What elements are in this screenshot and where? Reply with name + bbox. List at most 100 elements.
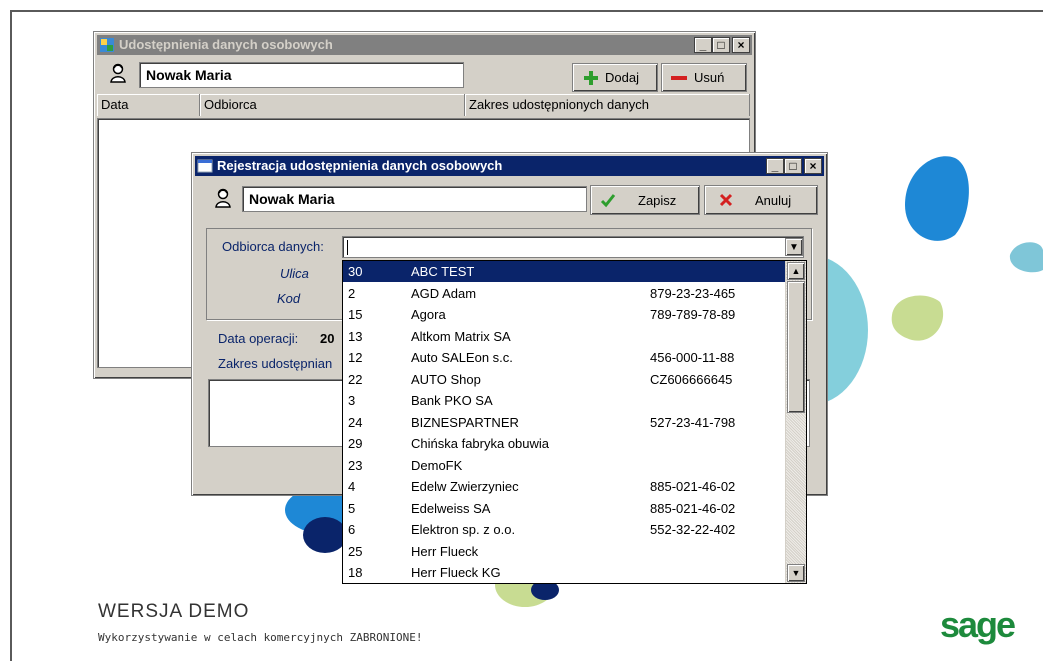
item-nip: 879-23-23-465 <box>650 285 736 301</box>
main-window-title: Udostępnienia danych osobowych <box>119 37 333 52</box>
deco-navy-ellipse <box>303 517 347 553</box>
app-icon <box>100 38 114 52</box>
dropdown-item[interactable]: 22 AUTO Shop CZ606666645 <box>343 369 785 390</box>
item-nip: CZ606666645 <box>650 371 733 387</box>
item-id: 29 <box>348 436 363 451</box>
deco-blue-blob <box>905 156 969 241</box>
dropdown-item[interactable]: 2 AGD Adam 879-23-23-465 <box>343 283 785 304</box>
dialog-minimize-button[interactable]: _ <box>766 158 784 174</box>
column-header-recipient[interactable]: Odbiorca <box>200 94 465 116</box>
remove-button-label: Usuń <box>694 70 725 85</box>
item-id: 4 <box>348 479 356 494</box>
scope-label: Zakres udostępnian <box>218 356 333 371</box>
dropdown-item[interactable]: 29 Chińska fabryka obuwia <box>343 433 785 454</box>
recipient-dropdown-list[interactable]: 30 ABC TEST 2 AGD Adam 879-23-23-465 15 Agora 7… <box>342 260 807 584</box>
add-button[interactable]: Dodaj <box>572 63 658 92</box>
date-label: Data operacji: <box>218 331 299 346</box>
item-id: 6 <box>348 522 356 537</box>
item-nip: 456-000-11-88 <box>650 350 735 365</box>
text-cursor <box>347 240 348 256</box>
item-nip: 789-789-78-89 <box>650 307 736 322</box>
item-name: Agora <box>411 307 446 322</box>
cancel-button[interactable]: Anuluj <box>704 185 818 215</box>
item-id: 24 <box>348 414 363 430</box>
dialog-close-button[interactable]: × <box>804 158 822 174</box>
item-id: 18 <box>348 565 363 580</box>
dropdown-item[interactable]: 6 Elektron sp. z o.o. 552-32-22-402 <box>343 519 785 540</box>
dropdown-item[interactable]: 25 Herr Flueck <box>343 541 785 562</box>
dropdown-item[interactable]: 24 BIZNESPARTNER 527-23-41-798 <box>343 412 785 433</box>
item-name: Edelweiss SA <box>411 500 491 516</box>
item-name: Herr Flueck KG <box>411 565 501 580</box>
item-nip: 885-021-46-02 <box>650 479 736 494</box>
close-button[interactable]: × <box>732 37 750 53</box>
deco-small-teal-blob <box>1009 242 1043 273</box>
item-name: ABC TEST <box>411 264 475 279</box>
column-header-date[interactable]: Data <box>97 94 200 116</box>
person-name-field[interactable]: Nowak Maria <box>139 62 464 88</box>
date-value[interactable]: 20 <box>320 331 334 346</box>
dialog-title: Rejestracja udostępnienia danych osobowy… <box>217 158 503 173</box>
item-name: Bank PKO SA <box>411 393 493 408</box>
item-name: Auto SALEon s.c. <box>411 350 513 365</box>
item-name: Chińska fabryka obuwia <box>411 436 550 451</box>
dialog-titlebar[interactable]: Rejestracja udostępnienia danych osobowy… <box>195 156 824 176</box>
recipient-combo-input[interactable] <box>342 236 804 258</box>
dropdown-item[interactable]: 18 Herr Flueck KG <box>343 562 785 583</box>
item-name: Elektron sp. z o.o. <box>411 522 516 537</box>
item-name: AGD Adam <box>411 285 477 301</box>
dropdown-item[interactable]: 5 Edelweiss SA 885-021-46-02 <box>343 498 785 519</box>
table-header: Data Odbiorca Zakres udostępnionych dany… <box>97 94 750 116</box>
item-id: 25 <box>348 543 363 559</box>
vertical-scrollbar[interactable]: ▲ ▼ <box>785 261 806 583</box>
item-name: Edelw Zwierzyniec <box>411 479 519 494</box>
item-id: 5 <box>348 500 356 516</box>
dropdown-item[interactable]: 4 Edelw Zwierzyniec 885-021-46-02 <box>343 476 785 497</box>
item-id: 23 <box>348 457 363 473</box>
code-label: Kod <box>277 291 301 306</box>
scroll-down-button[interactable]: ▼ <box>787 564 805 582</box>
minimize-button[interactable]: _ <box>694 37 712 53</box>
save-button-label: Zapisz <box>638 192 677 208</box>
checkmark-icon <box>600 194 616 208</box>
demo-version-note: Wykorzystywanie w celach komercyjnych ZA… <box>98 631 423 644</box>
scroll-thumb[interactable] <box>787 281 805 413</box>
recipient-dropdown-button[interactable]: ▼ <box>785 238 803 256</box>
remove-button[interactable]: Usuń <box>661 63 747 92</box>
item-name: DemoFK <box>411 457 463 473</box>
item-id: 22 <box>348 371 363 387</box>
dropdown-item[interactable]: 13 Altkom Matrix SA <box>343 326 785 347</box>
item-name: Altkom Matrix SA <box>411 328 511 344</box>
scroll-up-button[interactable]: ▲ <box>787 262 805 280</box>
item-id: 30 <box>348 264 363 279</box>
item-name: BIZNESPARTNER <box>411 414 519 430</box>
recipient-label: Odbiorca danych: <box>222 239 324 254</box>
item-id: 13 <box>348 328 363 344</box>
minus-icon <box>671 75 687 80</box>
item-id: 3 <box>348 393 356 408</box>
maximize-button[interactable]: □ <box>712 37 730 53</box>
dialog-person-name-field[interactable]: Nowak Maria <box>242 186 587 212</box>
deco-lime-blob <box>891 295 944 341</box>
demo-version-title: WERSJA DEMO <box>98 601 250 622</box>
item-name: Herr Flueck <box>411 543 479 559</box>
dropdown-item[interactable]: 3 Bank PKO SA <box>343 390 785 411</box>
dropdown-item[interactable]: 23 DemoFK <box>343 455 785 476</box>
dropdown-item[interactable]: 12 Auto SALEon s.c. 456-000-11-88 <box>343 347 785 368</box>
cancel-button-label: Anuluj <box>755 192 792 208</box>
dialog-person-icon <box>215 188 231 208</box>
item-nip: 527-23-41-798 <box>650 414 736 430</box>
save-button[interactable]: Zapisz <box>590 185 700 215</box>
dialog-maximize-button[interactable]: □ <box>784 158 802 174</box>
add-button-label: Dodaj <box>605 70 639 85</box>
window-icon <box>197 159 213 173</box>
main-window-titlebar[interactable]: Udostępnienia danych osobowych _ □ × <box>97 35 752 55</box>
street-label: Ulica <box>280 266 309 281</box>
plus-icon <box>584 70 598 85</box>
item-nip: 885-021-46-02 <box>650 500 736 516</box>
item-id: 12 <box>348 350 363 365</box>
dropdown-item[interactable]: 15 Agora 789-789-78-89 <box>343 304 785 325</box>
column-header-scope[interactable]: Zakres udostępnionych danych <box>465 94 750 116</box>
x-icon <box>719 193 733 207</box>
dropdown-item[interactable]: 30 ABC TEST <box>343 261 785 282</box>
